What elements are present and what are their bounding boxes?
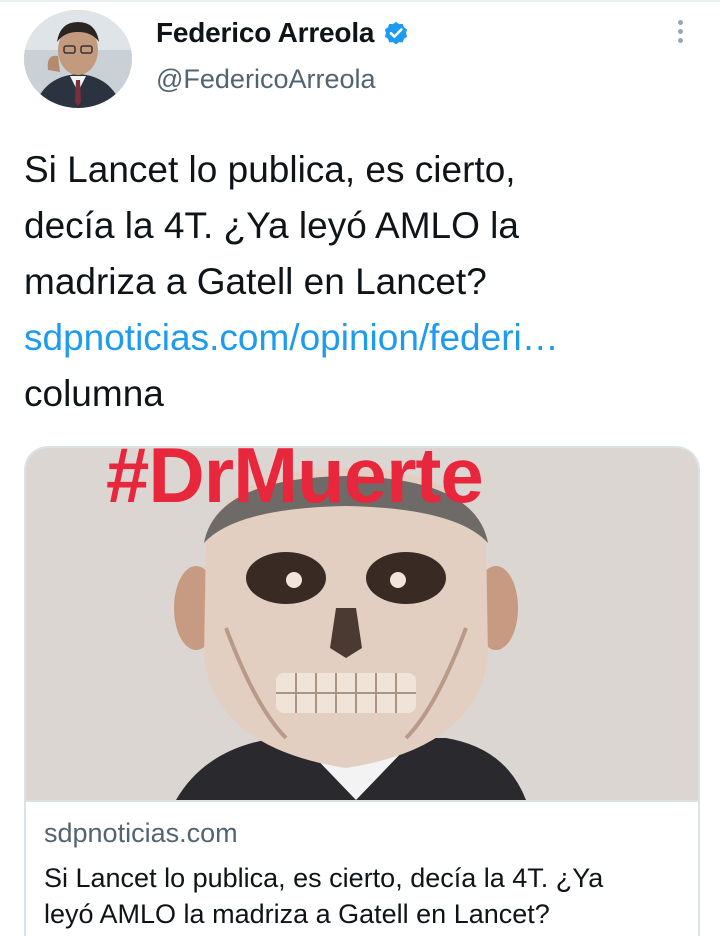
card-title-line: leyó AMLO la madriza a Gatell en Lancet? <box>44 899 550 929</box>
card-title[interactable]: Si Lancet lo publica, es cierto, decía l… <box>44 860 684 932</box>
tweet-text-line: madriza a Gatell en Lancet? <box>24 261 487 302</box>
card-image[interactable]: #DrMuerte <box>26 448 698 800</box>
tweet-text-trailing: columna <box>24 373 164 414</box>
tweet-link[interactable]: sdpnoticias.com/opinion/federi… <box>24 310 696 366</box>
tweet-text-line: Si Lancet lo publica, es cierto, <box>24 149 516 190</box>
avatar[interactable] <box>24 10 132 108</box>
author-handle[interactable]: @FedericoArreola <box>156 64 376 95</box>
card-domain[interactable]: sdpnoticias.com <box>44 818 238 849</box>
verified-badge-icon <box>382 19 410 47</box>
tweet-text: Si Lancet lo publica, es cierto, decía l… <box>24 142 696 422</box>
tweet-text-line: decía la 4T. ¿Ya leyó AMLO la <box>24 205 519 246</box>
link-card[interactable]: #DrMuerte sdpnoticias.com Si Lancet lo p… <box>24 446 700 936</box>
tweet-view: Federico Arreola @FedericoArreola Si Lan… <box>0 0 720 936</box>
author-row: Federico Arreola <box>156 16 410 50</box>
card-title-line: Si Lancet lo publica, es cierto, decía l… <box>44 863 604 893</box>
more-options-icon[interactable] <box>668 16 692 50</box>
top-divider <box>0 0 720 2</box>
card-divider <box>26 800 698 802</box>
card-image-hashtag: #DrMuerte <box>106 448 484 519</box>
author-name[interactable]: Federico Arreola <box>156 17 374 49</box>
